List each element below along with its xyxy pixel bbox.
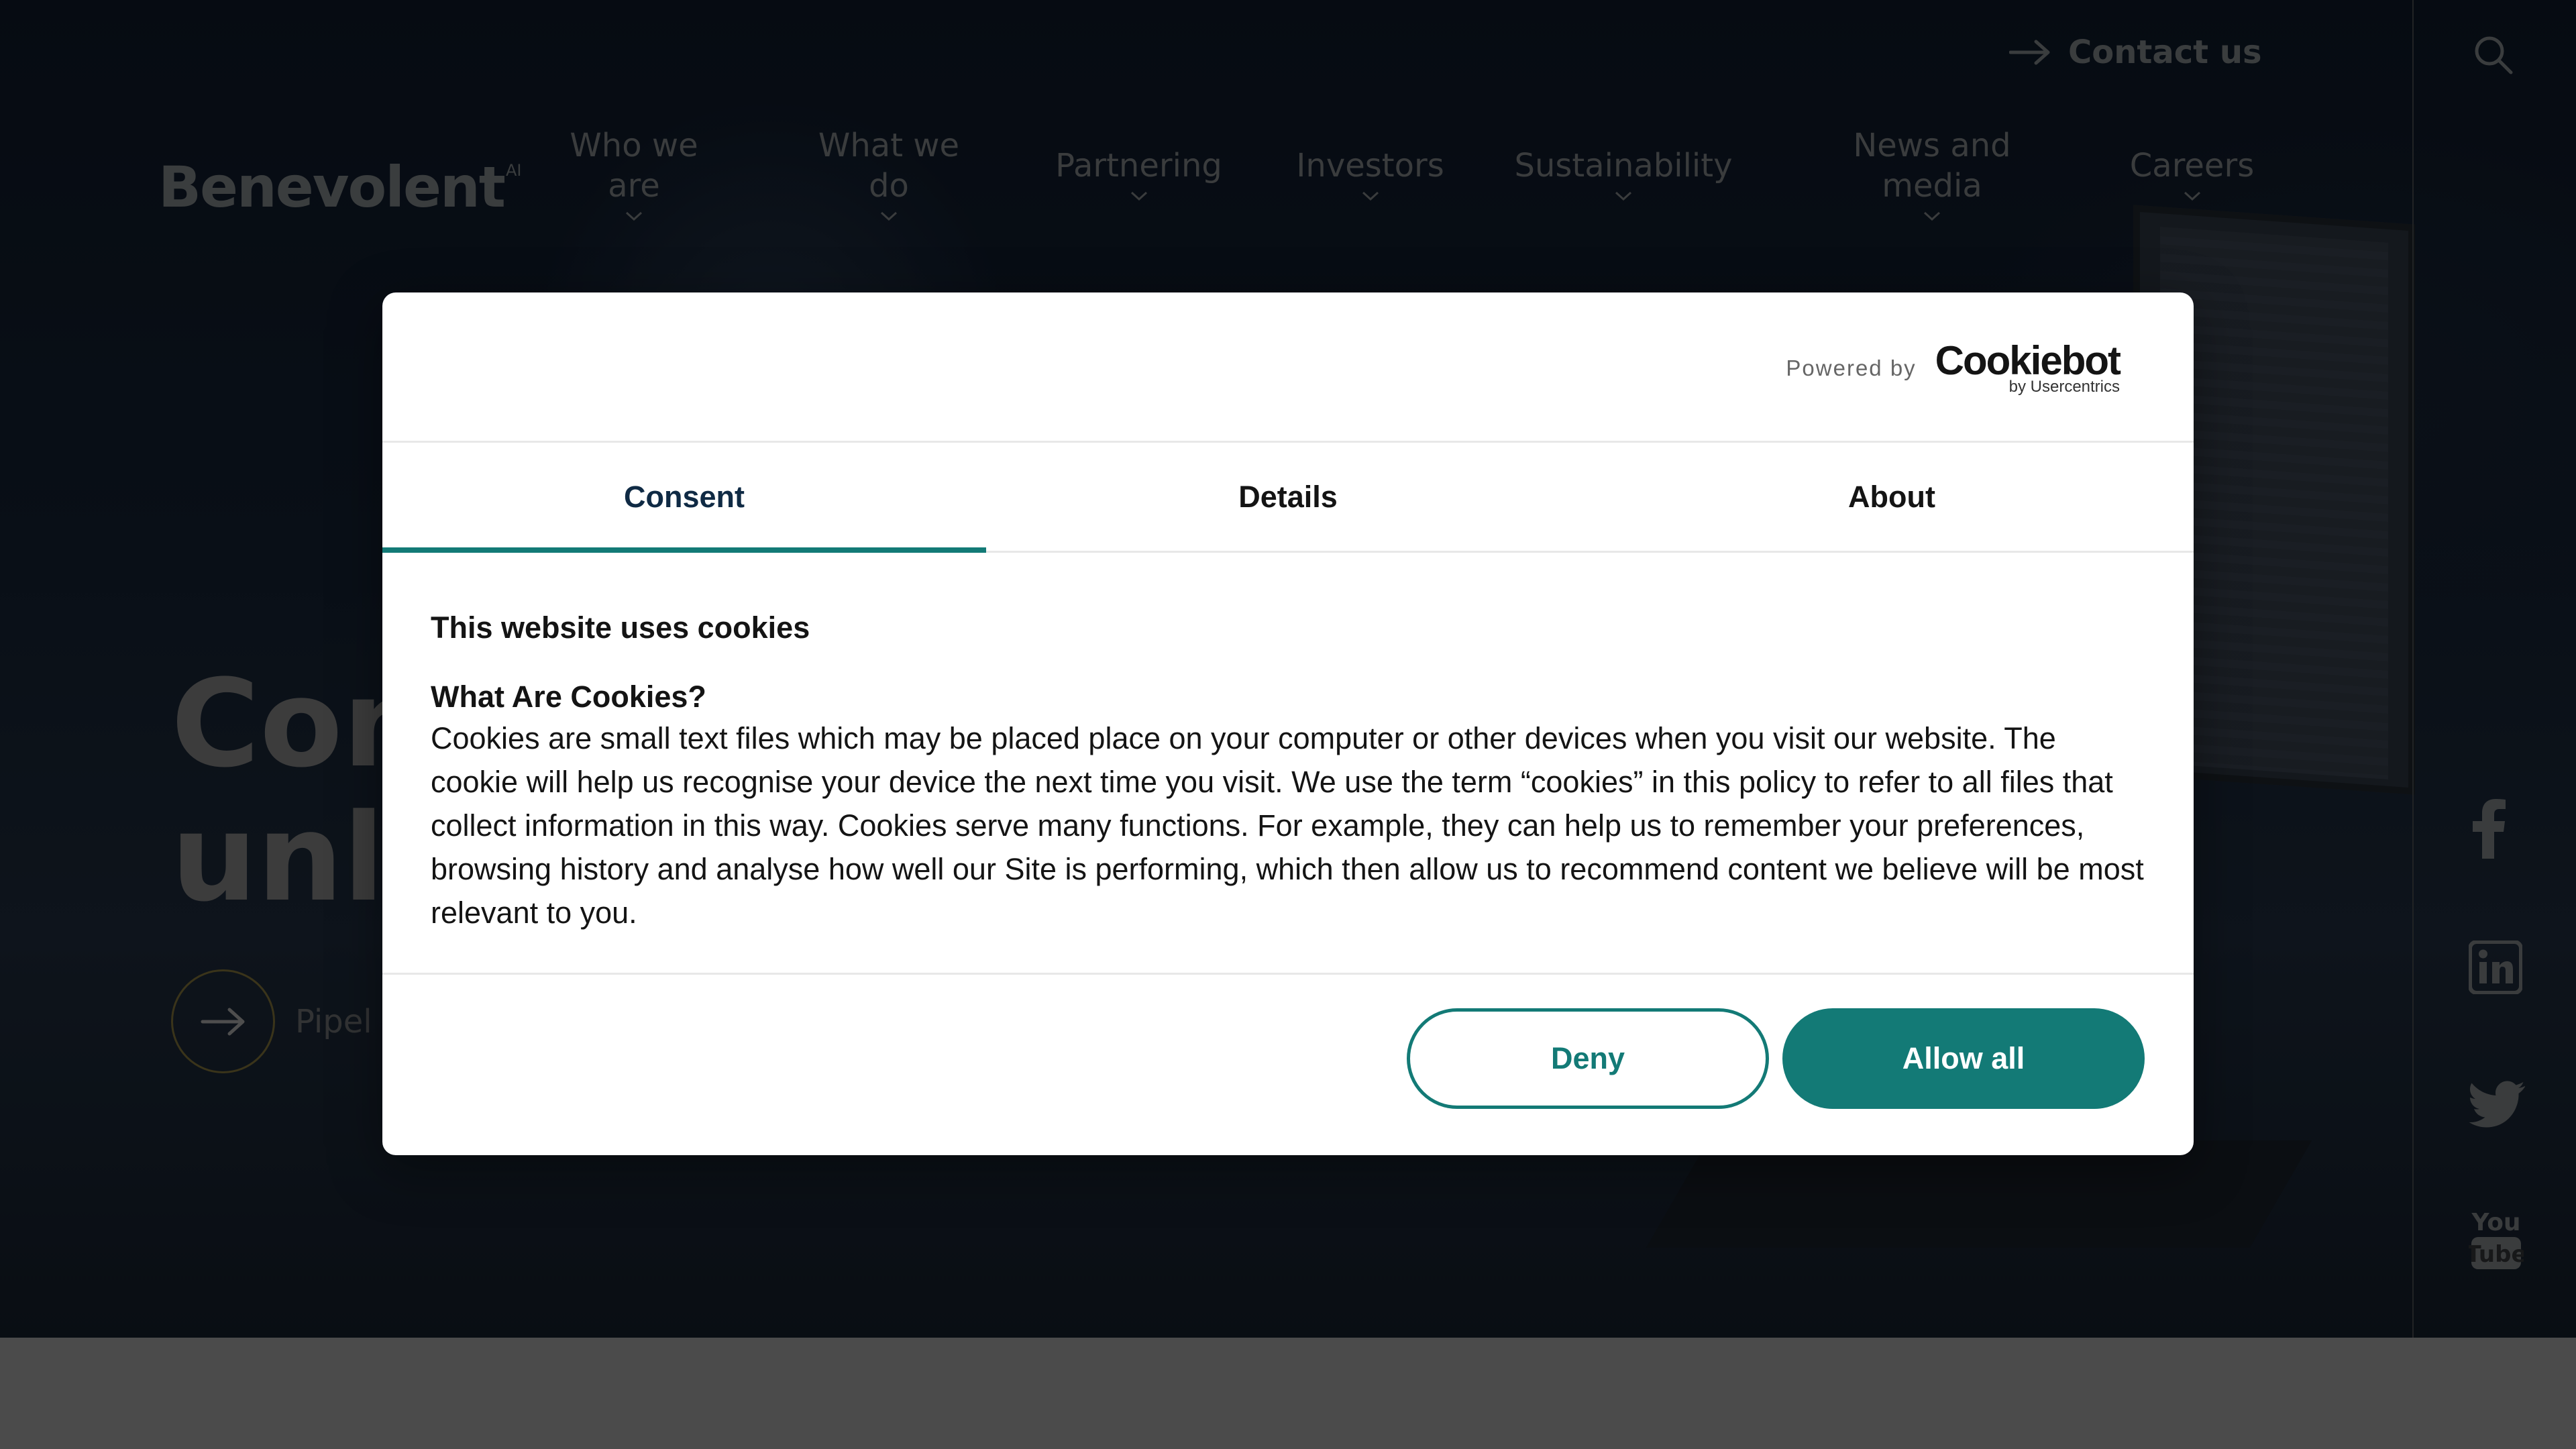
allow-all-button[interactable]: Allow all [1782, 1008, 2145, 1109]
consent-body: This website uses cookies What Are Cooki… [431, 608, 2148, 934]
dialog-heading: This website uses cookies [431, 610, 810, 645]
dialog-footer: Deny Allow all [382, 973, 2194, 1155]
cookiebot-logo[interactable]: Cookiebot by Usercentrics [1935, 338, 2121, 396]
dialog-header: Powered by Cookiebot by Usercentrics [382, 292, 2194, 443]
dialog-subheading: What Are Cookies? [431, 680, 706, 714]
cookiebot-sub: by Usercentrics [2008, 378, 2120, 396]
cookie-consent-dialog: Powered by Cookiebot by Usercentrics Con… [382, 292, 2194, 1155]
tab-details[interactable]: Details [986, 443, 1590, 551]
dialog-text: Cookies are small text files which may b… [431, 721, 2144, 930]
deny-button[interactable]: Deny [1407, 1008, 1769, 1109]
bottom-bar [0, 1338, 2576, 1449]
powered-by-label: Powered by [1786, 356, 1917, 380]
consent-tabs: Consent Details About [382, 443, 2194, 553]
tab-consent[interactable]: Consent [382, 443, 986, 553]
powered-by: Powered by Cookiebot by Usercentrics [1786, 338, 2121, 396]
cookiebot-brand: Cookiebot [1935, 338, 2121, 383]
tab-about[interactable]: About [1590, 443, 2194, 551]
